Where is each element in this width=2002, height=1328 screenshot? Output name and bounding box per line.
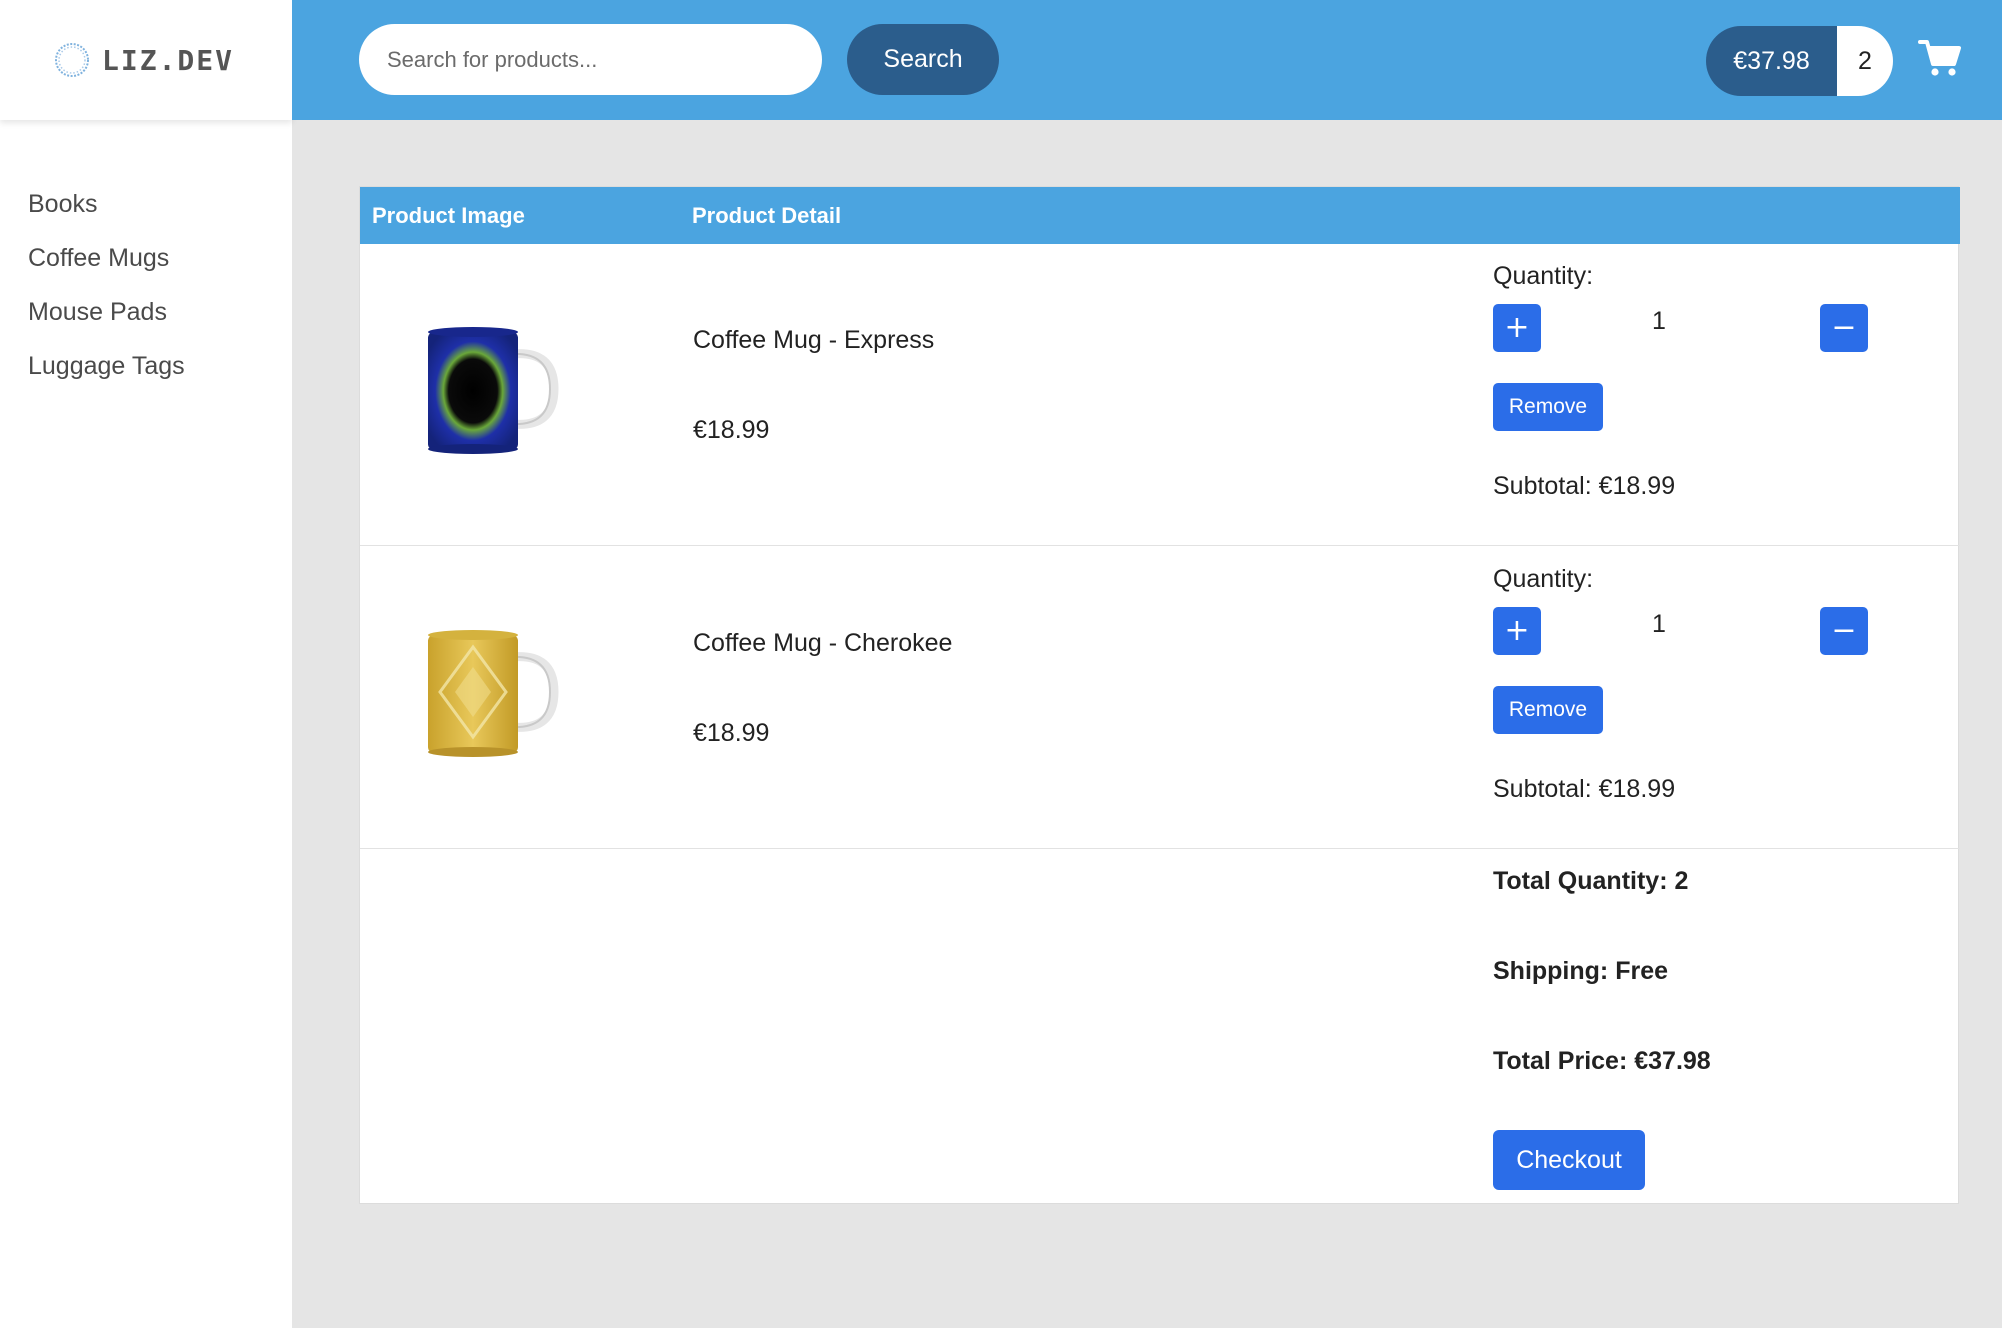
category-nav: Books Coffee Mugs Mouse Pads Luggage Tag… xyxy=(28,185,185,401)
product-name[interactable]: Coffee Mug - Cherokee xyxy=(693,629,952,658)
cart-total: €37.98 xyxy=(1706,26,1837,96)
shopping-cart-icon[interactable] xyxy=(1918,36,1962,80)
increase-quantity-button[interactable]: + xyxy=(1493,607,1541,655)
product-name[interactable]: Coffee Mug - Express xyxy=(693,326,934,355)
cart-table: Product Image Product Detail Coffee Mug … xyxy=(359,186,1960,1204)
quantity-label: Quantity: xyxy=(1493,262,1594,290)
total-quantity: Total Quantity: 2 xyxy=(1493,867,1689,895)
search-button[interactable]: Search xyxy=(847,24,999,95)
decrease-quantity-button[interactable]: − xyxy=(1820,304,1868,352)
product-image xyxy=(428,327,559,454)
remove-item-button[interactable]: Remove xyxy=(1493,383,1603,431)
checkout-button[interactable]: Checkout xyxy=(1493,1130,1645,1190)
logo-ring-icon xyxy=(55,43,89,77)
logo-area: LIZ.DEV xyxy=(0,0,292,120)
shipping-info: Shipping: Free xyxy=(1493,957,1668,985)
remove-item-button[interactable]: Remove xyxy=(1493,686,1603,734)
sidebar-item-mouse-pads[interactable]: Mouse Pads xyxy=(28,293,185,347)
sidebar: LIZ.DEV Books Coffee Mugs Mouse Pads Lug… xyxy=(0,0,292,1328)
cart-summary-pill[interactable]: €37.98 2 xyxy=(1706,26,1893,96)
total-price: Total Price: €37.98 xyxy=(1493,1047,1711,1075)
product-image xyxy=(428,630,559,757)
product-price: €18.99 xyxy=(693,719,770,747)
column-header-image: Product Image xyxy=(372,203,525,228)
item-subtotal: Subtotal: €18.99 xyxy=(1493,775,1676,803)
search-input[interactable] xyxy=(359,24,822,95)
sidebar-item-books[interactable]: Books xyxy=(28,185,185,239)
column-header-detail: Product Detail xyxy=(692,203,842,228)
brand-logo[interactable]: LIZ.DEV xyxy=(52,38,234,82)
cart-count-badge: 2 xyxy=(1837,26,1893,96)
cart-row: Coffee Mug - Cherokee €18.99 Quantity: +… xyxy=(360,547,1960,849)
sidebar-item-coffee-mugs[interactable]: Coffee Mugs xyxy=(28,239,185,293)
cart-row: Coffee Mug - Express €18.99 Quantity: + … xyxy=(360,244,1960,546)
table-header: Product Image Product Detail xyxy=(360,187,1960,244)
decrease-quantity-button[interactable]: − xyxy=(1820,607,1868,655)
brand-name: LIZ.DEV xyxy=(102,43,235,77)
quantity-label: Quantity: xyxy=(1493,565,1594,593)
item-subtotal: Subtotal: €18.99 xyxy=(1493,472,1676,500)
quantity-value: 1 xyxy=(1652,610,1666,638)
sidebar-item-luggage-tags[interactable]: Luggage Tags xyxy=(28,347,185,401)
top-header: Search €37.98 2 xyxy=(292,0,2002,120)
product-price: €18.99 xyxy=(693,416,770,444)
quantity-value: 1 xyxy=(1652,307,1666,335)
increase-quantity-button[interactable]: + xyxy=(1493,304,1541,352)
